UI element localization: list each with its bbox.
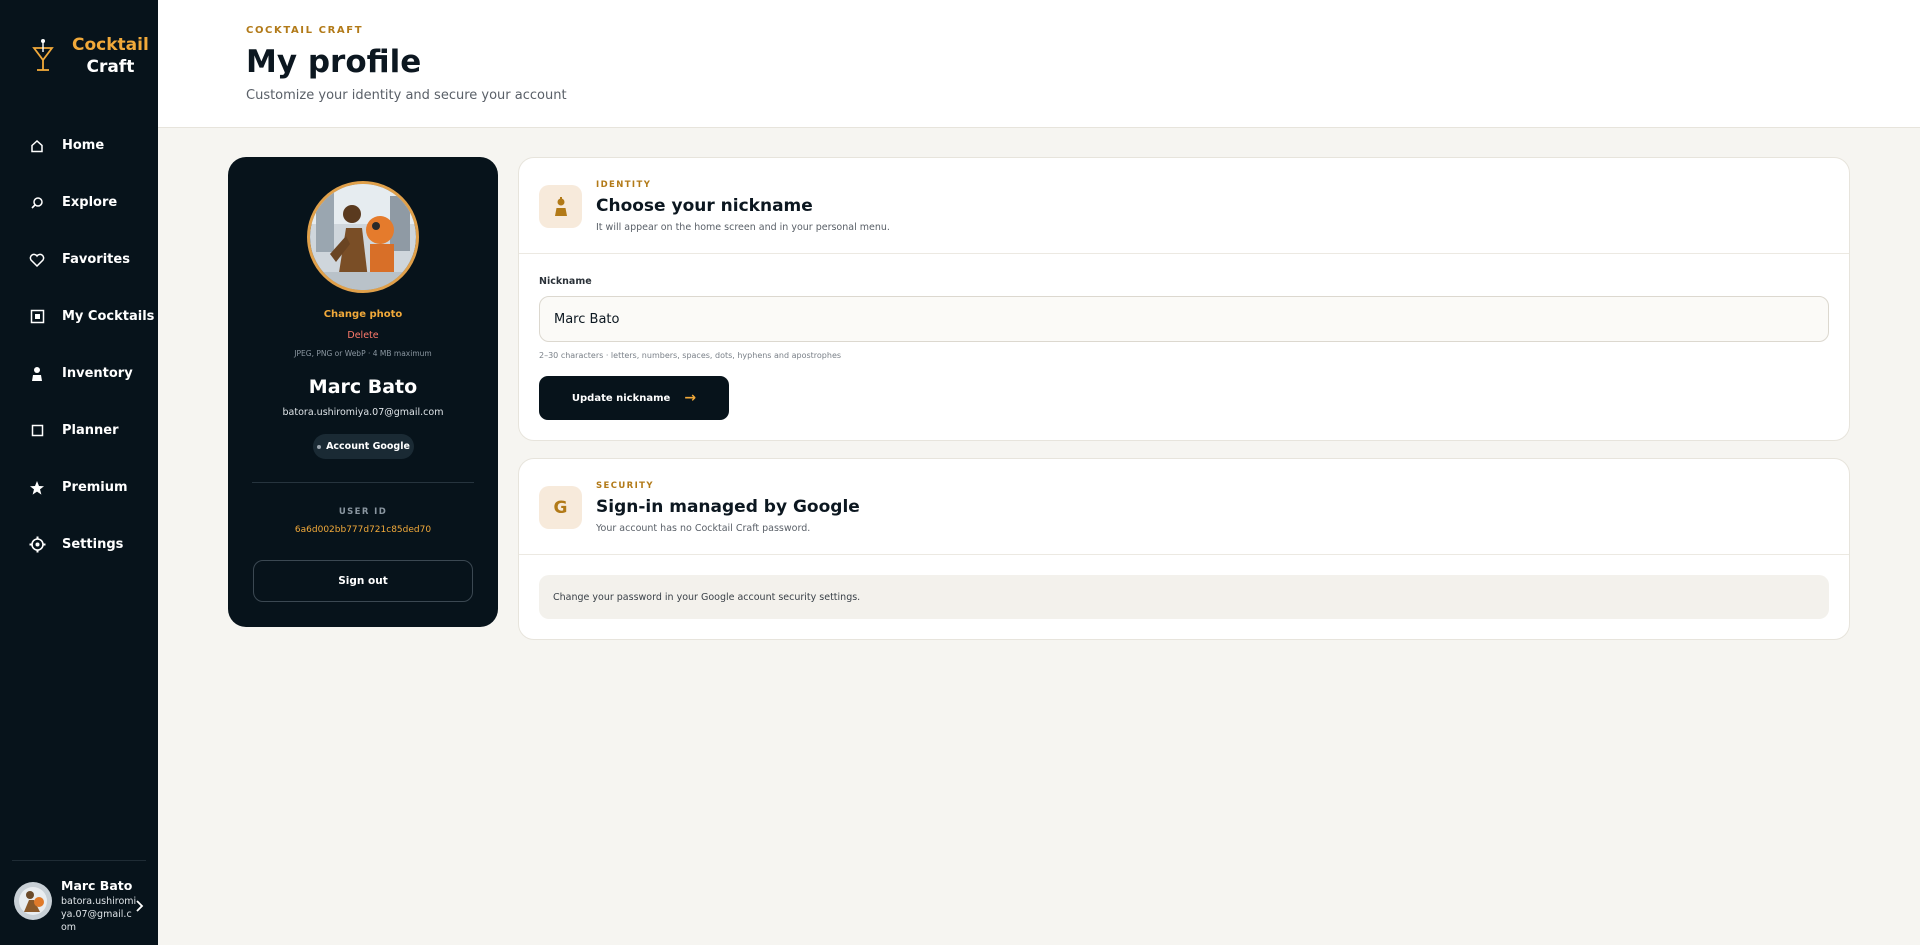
brand-line-1: Cocktail	[72, 35, 149, 55]
panel-icon-badge: G	[539, 486, 582, 529]
sidebar-user-email: batora.ushiromiya.07@gmail.com	[61, 896, 137, 933]
page-subtitle: Customize your identity and secure your …	[246, 88, 567, 103]
sidebar-nav: Home Explore Favorites My Cocktails Inve…	[0, 117, 158, 573]
page-header: COCKTAIL CRAFT My profile Customize your…	[158, 0, 1920, 128]
sidebar-item-settings[interactable]: Settings	[0, 516, 158, 573]
security-title: Sign-in managed by Google	[596, 497, 860, 517]
heart-icon	[28, 251, 46, 269]
sidebar-item-my-cocktails[interactable]: My Cocktails	[0, 288, 158, 345]
home-icon	[28, 137, 46, 155]
security-description: Your account has no Cocktail Craft passw…	[596, 523, 811, 534]
brand-name: Cocktail Craft	[72, 34, 149, 78]
star-icon	[28, 479, 46, 497]
panel-icon-badge	[539, 185, 582, 228]
sidebar-item-label: Inventory	[62, 366, 133, 381]
identity-kicker: IDENTITY	[596, 180, 652, 190]
sidebar-item-label: Premium	[62, 480, 128, 495]
brand-line-2: Craft	[86, 57, 135, 77]
sidebar-item-label: Favorites	[62, 252, 130, 267]
profile-card: Change photo Delete JPEG, PNG or WebP · …	[228, 157, 498, 627]
sidebar-item-favorites[interactable]: Favorites	[0, 231, 158, 288]
nickname-label: Nickname	[539, 276, 592, 287]
dot-icon	[317, 444, 322, 449]
chevron-right-icon	[136, 900, 144, 912]
gear-icon	[28, 536, 46, 554]
sidebar: Cocktail Craft Home Explore Favorites My…	[0, 0, 158, 945]
page-kicker: COCKTAIL CRAFT	[246, 25, 364, 36]
nickname-input[interactable]	[539, 296, 1829, 342]
square-icon	[28, 308, 46, 326]
avatar	[14, 882, 52, 920]
bartender-icon	[28, 365, 46, 383]
profile-avatar[interactable]	[307, 181, 419, 293]
identity-title: Choose your nickname	[596, 196, 813, 216]
sidebar-item-label: Planner	[62, 423, 119, 438]
card-divider	[252, 482, 474, 483]
bartender-icon	[554, 196, 567, 216]
cocktail-glass-icon	[32, 39, 54, 71]
profile-email: batora.ushiromiya.07@gmail.com	[282, 407, 444, 418]
sidebar-item-label: Explore	[62, 195, 118, 210]
update-nickname-label: Update nickname	[571, 392, 671, 404]
sidebar-item-explore[interactable]: Explore	[0, 174, 158, 231]
delete-photo-link[interactable]: Delete	[228, 330, 498, 341]
page-title: My profile	[246, 44, 422, 80]
sign-out-button[interactable]: Sign out	[253, 560, 473, 602]
identity-panel-header: IDENTITY Choose your nickname It will ap…	[519, 158, 1849, 254]
brand-logo[interactable]: Cocktail Craft	[28, 34, 149, 78]
security-kicker: SECURITY	[596, 481, 654, 491]
photo-file-hint: JPEG, PNG or WebP · 4 MB maximum	[294, 349, 432, 358]
sidebar-item-label: Settings	[62, 537, 124, 552]
sidebar-item-premium[interactable]: Premium	[0, 459, 158, 516]
calendar-icon	[28, 422, 46, 440]
sidebar-user-menu[interactable]: Marc Bato batora.ushiromiya.07@gmail.com	[14, 878, 148, 934]
sidebar-item-planner[interactable]: Planner	[0, 402, 158, 459]
google-icon: G	[553, 497, 568, 518]
nickname-hint: 2–30 characters · letters, numbers, spac…	[539, 351, 842, 360]
sidebar-item-label: My Cocktails	[62, 309, 155, 324]
profile-name: Marc Bato	[308, 376, 418, 398]
update-nickname-button[interactable]: Update nickname →	[539, 376, 729, 420]
account-type-badge: Account Google	[313, 434, 414, 459]
security-panel-header: G SECURITY Sign-in managed by Google You…	[519, 459, 1849, 555]
sidebar-user-name: Marc Bato	[61, 878, 133, 893]
account-type-label: Account Google	[326, 441, 410, 452]
sidebar-item-inventory[interactable]: Inventory	[0, 345, 158, 402]
user-id-label: USER ID	[338, 507, 388, 517]
security-panel: G SECURITY Sign-in managed by Google You…	[518, 458, 1850, 640]
sidebar-item-home[interactable]: Home	[0, 117, 158, 174]
search-icon	[28, 194, 46, 212]
sidebar-item-label: Home	[62, 138, 105, 153]
identity-panel: IDENTITY Choose your nickname It will ap…	[518, 157, 1850, 441]
change-photo-link[interactable]: Change photo	[228, 309, 498, 320]
identity-description: It will appear on the home screen and in…	[596, 222, 890, 233]
sidebar-divider	[12, 860, 146, 861]
security-note: Change your password in your Google acco…	[539, 575, 1829, 619]
arrow-right-icon: →	[684, 390, 697, 406]
user-id-value: 6a6d002bb777d721c85ded70	[294, 525, 432, 535]
